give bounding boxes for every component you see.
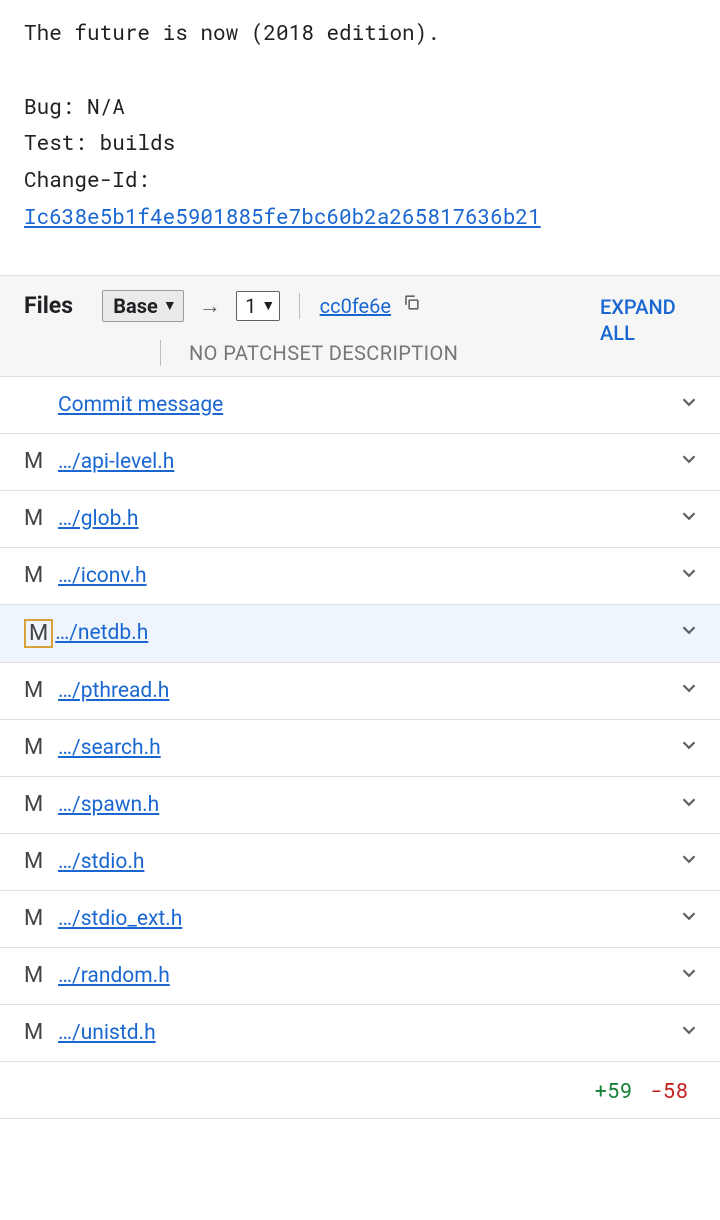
file-status-letter: M — [24, 849, 58, 874]
file-link[interactable]: …/glob.h — [58, 507, 678, 531]
file-status-letter: M — [24, 906, 58, 931]
file-row[interactable]: M…/iconv.h — [0, 548, 720, 605]
file-link[interactable]: Commit message — [58, 393, 678, 417]
file-row[interactable]: M…/unistd.h — [0, 1005, 720, 1062]
chevron-down-icon[interactable] — [678, 562, 700, 590]
commit-subject: The future is now (2018 edition). — [24, 18, 440, 46]
file-status-letter: M — [24, 735, 58, 760]
bug-label: Bug: — [24, 92, 74, 120]
file-row[interactable]: M…/pthread.h — [0, 663, 720, 720]
file-status-letter: M — [24, 678, 58, 703]
file-row[interactable]: Commit message — [0, 377, 720, 434]
file-row[interactable]: M…/netdb.h — [0, 605, 720, 663]
file-row[interactable]: M…/spawn.h — [0, 777, 720, 834]
chevron-down-icon[interactable] — [678, 1019, 700, 1047]
file-link[interactable]: …/unistd.h — [58, 1021, 678, 1045]
file-row[interactable]: M…/glob.h — [0, 491, 720, 548]
total-deletions: -58 — [650, 1076, 688, 1104]
chevron-down-icon[interactable] — [678, 734, 700, 762]
file-status-letter: M — [24, 506, 58, 531]
file-row[interactable]: M…/stdio_ext.h — [0, 891, 720, 948]
file-status-letter: M — [24, 563, 58, 588]
file-status-letter: M — [24, 449, 58, 474]
file-link[interactable]: …/random.h — [58, 964, 678, 988]
file-row[interactable]: M…/random.h — [0, 948, 720, 1005]
file-row[interactable]: M…/stdio.h — [0, 834, 720, 891]
commit-message: The future is now (2018 edition). Bug: N… — [0, 0, 720, 275]
chevron-down-icon[interactable] — [678, 848, 700, 876]
chevron-down-icon[interactable] — [678, 962, 700, 990]
chevron-down-icon[interactable] — [678, 448, 700, 476]
chevron-down-icon[interactable] — [678, 791, 700, 819]
file-link[interactable]: …/netdb.h — [55, 621, 678, 645]
copy-icon[interactable] — [402, 293, 421, 318]
separator — [160, 340, 161, 366]
file-list: Commit messageM…/api-level.hM…/glob.hM…/… — [0, 377, 720, 1062]
chevron-down-icon[interactable] — [678, 677, 700, 705]
no-patchset-desc: NO PATCHSET DESCRIPTION — [189, 341, 458, 365]
base-dropdown[interactable]: Base ▼ — [102, 290, 183, 322]
files-heading: Files — [24, 292, 73, 319]
chevron-down-icon[interactable] — [678, 505, 700, 533]
file-link[interactable]: …/iconv.h — [58, 564, 678, 588]
chevron-down-icon[interactable] — [678, 391, 700, 419]
patchset-number: 1 — [245, 294, 256, 318]
chevron-down-icon[interactable] — [678, 619, 700, 647]
file-link[interactable]: …/api-level.h — [58, 450, 678, 474]
caret-down-icon: ▼ — [163, 297, 177, 314]
arrow-icon: → — [199, 293, 221, 319]
file-link[interactable]: …/pthread.h — [58, 679, 678, 703]
totals-row: +59 -58 — [0, 1062, 720, 1118]
files-header: Files Base ▼ → 1 ▼ cc0fe6e NO PATCHSET — [0, 276, 720, 377]
file-link[interactable]: …/spawn.h — [58, 793, 678, 817]
file-status-letter: M — [24, 963, 58, 988]
separator — [299, 293, 300, 319]
file-link[interactable]: …/stdio.h — [58, 850, 678, 874]
bug-value: N/A — [87, 92, 125, 120]
file-row[interactable]: M…/api-level.h — [0, 434, 720, 491]
file-link[interactable]: …/stdio_ext.h — [58, 907, 678, 931]
chevron-down-icon[interactable] — [678, 905, 700, 933]
caret-down-icon: ▼ — [261, 297, 275, 314]
base-dropdown-label: Base — [113, 294, 158, 318]
file-status-letter: M — [24, 619, 53, 648]
expand-all-button[interactable]: EXPAND ALL — [600, 294, 700, 346]
change-id-label: Change-Id: — [24, 165, 150, 193]
total-additions: +59 — [594, 1076, 632, 1104]
file-row[interactable]: M…/search.h — [0, 720, 720, 777]
test-value: builds — [100, 128, 176, 156]
file-status-letter: M — [24, 792, 58, 817]
change-id-link[interactable]: Ic638e5b1f4e5901885fe7bc60b2a265817636b2… — [24, 202, 541, 230]
commit-hash-link[interactable]: cc0fe6e — [320, 294, 391, 318]
test-label: Test: — [24, 128, 87, 156]
file-status-letter: M — [24, 1020, 58, 1045]
file-link[interactable]: …/search.h — [58, 736, 678, 760]
patchset-dropdown[interactable]: 1 ▼ — [236, 291, 280, 321]
